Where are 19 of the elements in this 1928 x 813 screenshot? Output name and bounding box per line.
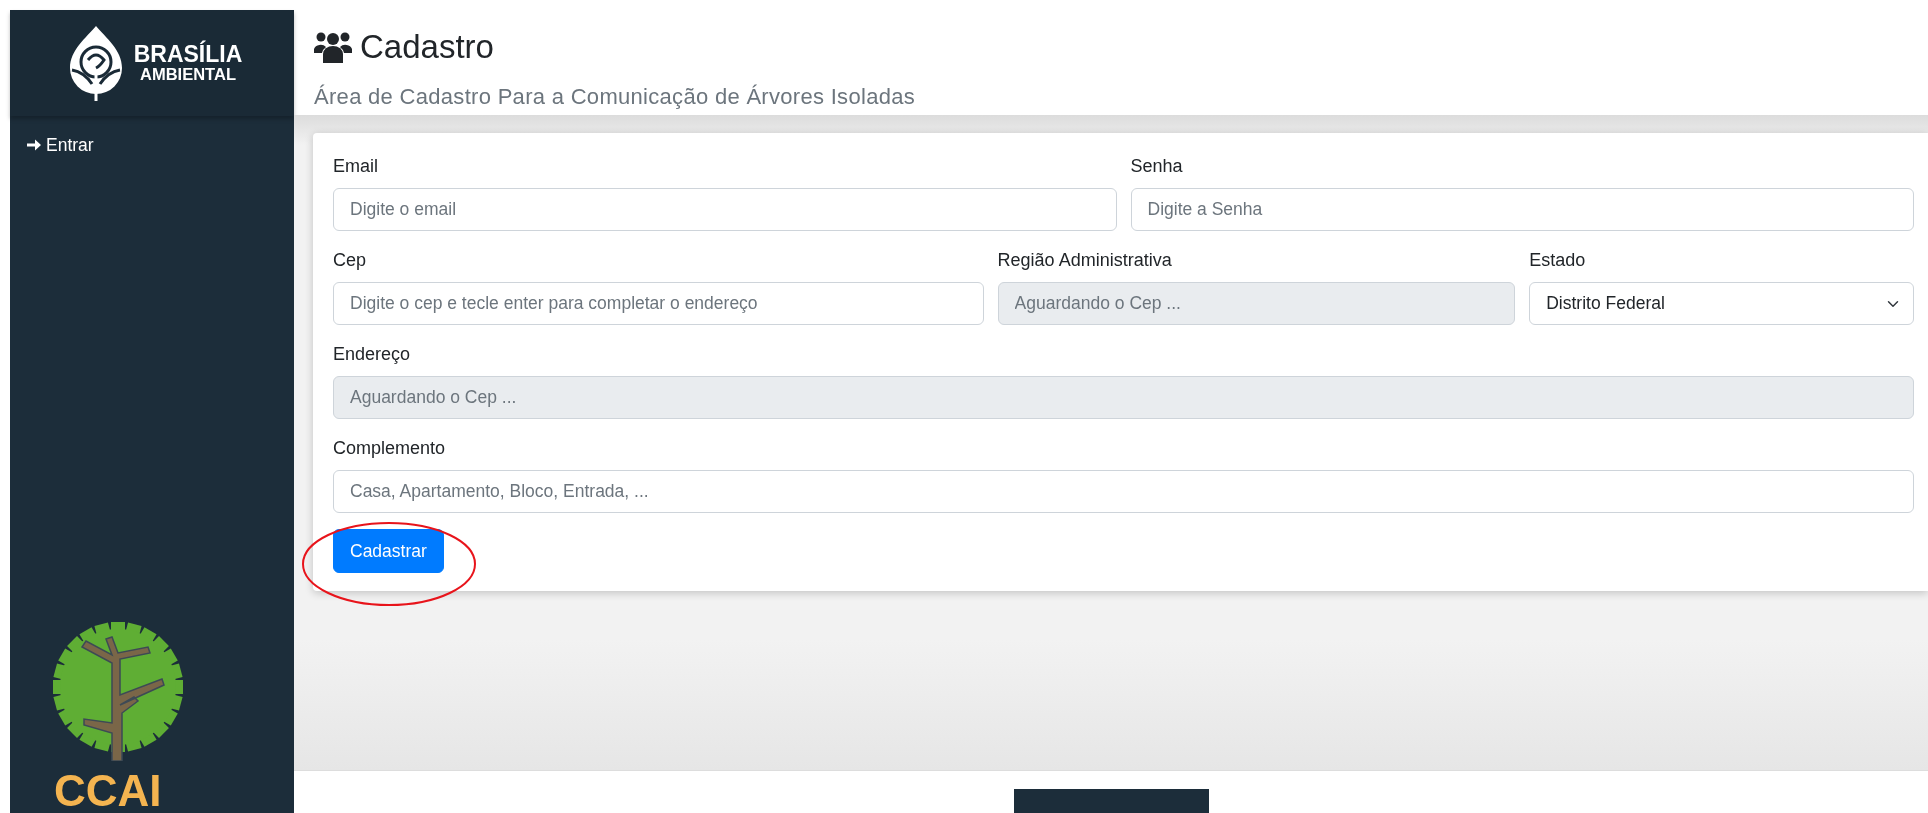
field-label: Endereço — [333, 343, 412, 366]
field-label: Complemento — [333, 437, 447, 460]
submit-button[interactable]: Cadastrar — [333, 529, 444, 574]
logo-text: CCAI — [54, 769, 162, 813]
field-label: Cep — [333, 249, 368, 272]
brand-subtitle: AMBIENTAL — [140, 66, 236, 83]
input-field[interactable]: Casa, Apartamento, Bloco, Entrada, ... — [333, 470, 1914, 513]
field-label: Região Administrativa — [997, 249, 1173, 272]
input-field[interactable]: Digite o email — [333, 188, 1117, 231]
field-label: Senha — [1130, 155, 1184, 178]
nav-link[interactable]: Entrar — [26, 132, 294, 159]
page-title: Cadastro — [360, 27, 494, 67]
input-field[interactable]: Digite o cep e tecle enter para completar o endereço — [333, 282, 984, 325]
field-label: Email — [333, 155, 379, 178]
users-icon — [314, 30, 352, 63]
input-field[interactable]: Digite a Senha — [1130, 188, 1914, 231]
field-label: Estado — [1529, 249, 1587, 272]
state-select[interactable]: Distrito Federal — [1529, 282, 1914, 325]
page-subtitle: Área de Cadastro Para a Comunicação de Árvores Isoladas — [314, 82, 917, 111]
